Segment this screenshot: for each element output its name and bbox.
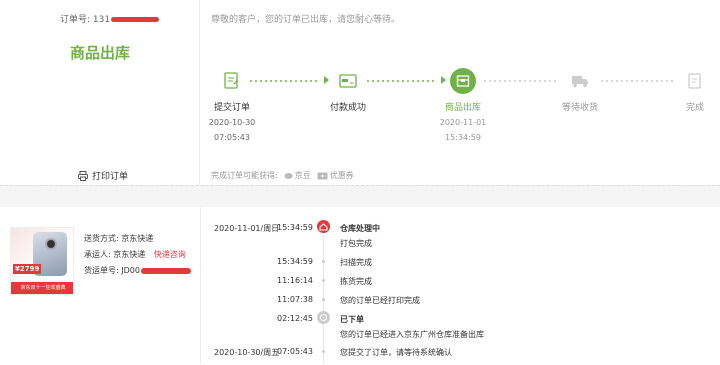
step-submit-order: 提交订单 2020-10-30 07:05:43 (197, 60, 267, 143)
order-notice: 尊敬的客户，您的订单已出库，请您耐心等待。 (211, 15, 401, 25)
complete-icon (682, 68, 708, 94)
print-order-button[interactable]: 打印订单 (78, 169, 128, 182)
bean-icon (284, 173, 293, 179)
truck-icon (567, 68, 593, 94)
jd-bean-tag: 京豆 (284, 170, 311, 181)
order-status-panel: 订单号: 131 商品出库 打印订单 尊敬的客户，您的订单已出库，请您耐心等待。… (0, 0, 720, 185)
promo-banner: 京东双十一狂欢盛典 (11, 282, 73, 294)
order-number: 订单号: 131 (60, 12, 160, 25)
order-status-title: 商品出库 (70, 44, 131, 62)
timeline-dot (322, 350, 325, 353)
section-separator (0, 185, 720, 207)
package-icon (450, 68, 476, 94)
timeline-entry: 11:16:14 拣货完成 (277, 276, 372, 286)
shipping-info: 送货方式: 京东快递 承运人: 京东快递 快递咨询 货运单号: JD00 (84, 231, 191, 279)
step-payment: 付款成功 (313, 60, 383, 113)
timeline-entry: 15:34:59 扫描完成 (277, 257, 372, 267)
print-order-label: 打印订单 (92, 172, 129, 182)
warehouse-icon (317, 220, 330, 233)
timeline-entry: 2020-10-30/周五 07:05:43 您提交了订单，请等待系统确认 (214, 347, 452, 357)
product-thumbnail[interactable]: ¥2799 京东双十一狂欢盛典 (10, 227, 74, 295)
printer-icon (78, 170, 88, 181)
redacted-mark (111, 17, 160, 22)
payment-card-icon (335, 68, 361, 94)
shipment-section: ¥2799 京东双十一狂欢盛典 送货方式: 京东快递 承运人: 京东快递 快递咨… (0, 207, 720, 363)
ordered-icon (317, 311, 330, 324)
shipping-method-row: 送货方式: 京东快递 (84, 234, 154, 243)
redacted-mark (140, 267, 191, 274)
order-form-icon (219, 68, 245, 94)
tracking-row: 货运单号: JD00 (84, 263, 191, 279)
courier-consult-link[interactable]: 快递咨询 (154, 250, 186, 259)
timeline-dot (322, 260, 325, 263)
timeline-entry: 11:07:38 您的订单已经打印完成 (277, 295, 420, 305)
order-summary: 订单号: 131 商品出库 打印订单 (0, 0, 200, 185)
product-price: ¥2799 (13, 264, 42, 274)
timeline-dot (322, 279, 325, 282)
tracking-timeline: 2020-11-01/周日 15:34:59 仓库处理中 打包完成 15:34:… (200, 207, 720, 363)
step-shipped: 商品出库 2020-11-01 15:34:59 (428, 60, 498, 143)
coupon-icon (317, 172, 328, 179)
step-complete: 完成 (660, 60, 720, 113)
progress-steps: 提交订单 2020-10-30 07:05:43 付款成功 商品出库 2020-… (197, 60, 720, 143)
timeline-entry: 打包完成 (340, 239, 372, 248)
timeline-dot (322, 298, 325, 301)
coupon-tag: 优惠券 (317, 170, 354, 181)
rewards-available: 完成订单可能获得: 京豆 优惠券 (211, 170, 354, 181)
carrier-row: 承运人: 京东快递 快递咨询 (84, 250, 186, 259)
step-awaiting-delivery: 等待收货 (545, 60, 615, 113)
timeline-entry: 您的订单已经进入京东广州仓库准备出库 (340, 330, 484, 339)
